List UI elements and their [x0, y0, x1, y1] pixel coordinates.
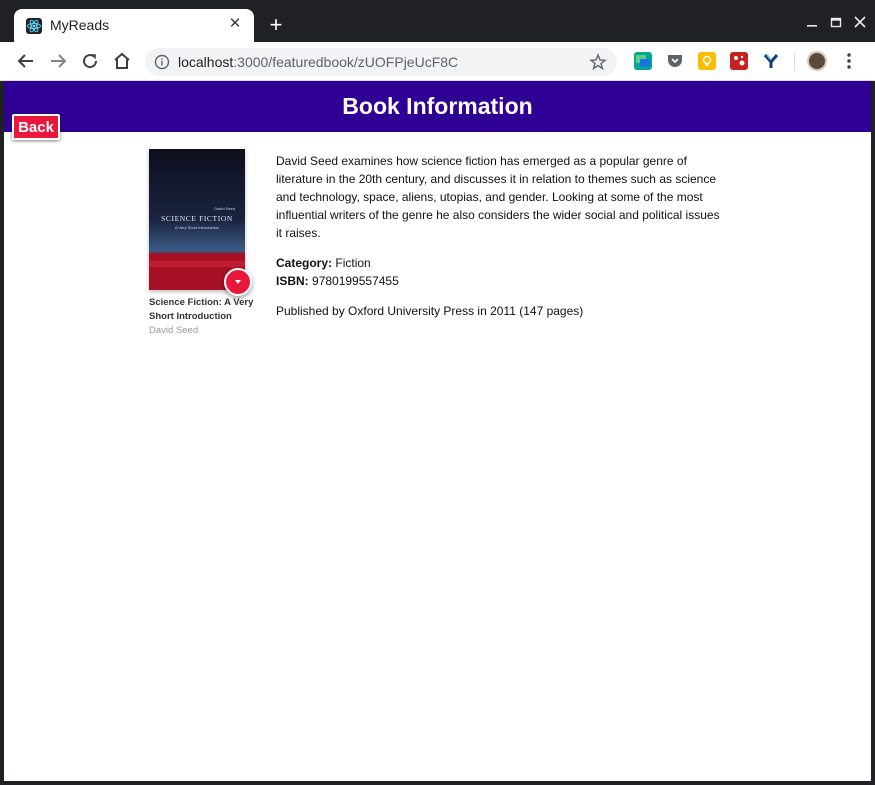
address-bar[interactable]: localhost:3000/featuredbook/zUOFPjeUcF8C: [145, 48, 617, 76]
url-text: localhost:3000/featuredbook/zUOFPjeUcF8C: [178, 54, 458, 70]
tab-strip: MyReads ✕ +: [0, 0, 875, 42]
cover-subtitle-text: A Very Short Introduction: [175, 225, 219, 230]
page-title: Book Information: [342, 93, 533, 119]
isbn-label: ISBN:: [276, 274, 309, 288]
tab-myreads[interactable]: MyReads ✕: [14, 9, 254, 42]
book-info: David Seed examines how science fiction …: [276, 152, 728, 320]
page-content: Book Information Back David Seed SCIENCE…: [4, 81, 871, 781]
page-header: Book Information: [4, 81, 871, 132]
pocket-icon[interactable]: [666, 52, 684, 70]
new-tab-button[interactable]: +: [264, 13, 288, 37]
extension-chat-icon[interactable]: [634, 52, 652, 70]
category-value: Fiction: [335, 256, 371, 270]
bookmark-star-icon[interactable]: [589, 53, 607, 71]
avatar[interactable]: [807, 51, 827, 71]
url-host: localhost: [178, 54, 234, 70]
book-title: Science Fiction: A Very Short Introducti…: [149, 297, 254, 322]
close-icon[interactable]: ✕: [226, 15, 244, 33]
isbn-value: 9780199557455: [312, 274, 399, 288]
window-close-icon[interactable]: [850, 12, 870, 32]
shelf-changer-button[interactable]: [224, 268, 252, 296]
back-arrow-icon[interactable]: [14, 49, 38, 73]
category-label: Category:: [276, 256, 333, 270]
cover-author-text: David Seed: [214, 206, 235, 211]
cover-title-text: SCIENCE FICTION: [161, 214, 233, 223]
back-button[interactable]: Back: [12, 114, 60, 140]
restore-icon[interactable]: [826, 12, 846, 32]
reload-icon[interactable]: [78, 49, 102, 73]
tab-title: MyReads: [50, 17, 110, 33]
book-author: David Seed: [149, 325, 199, 336]
browser-toolbar: localhost:3000/featuredbook/zUOFPjeUcF8C: [0, 42, 875, 81]
home-icon[interactable]: [110, 49, 134, 73]
minimize-icon[interactable]: [802, 12, 822, 32]
extension-puzzle-icon[interactable]: [730, 52, 748, 70]
browser-window: MyReads ✕ + localhost:3000/featuredbook/…: [0, 0, 875, 785]
react-icon: [26, 18, 42, 34]
forward-arrow-icon[interactable]: [46, 49, 70, 73]
extension-y-icon[interactable]: [762, 52, 780, 70]
isbn-line: ISBN: 9780199557455: [276, 272, 728, 290]
keep-icon[interactable]: [698, 52, 716, 70]
toolbar-separator: [794, 53, 795, 71]
menu-dots-icon[interactable]: [842, 51, 856, 71]
category-line: Category: Fiction: [276, 254, 728, 272]
book-description: David Seed examines how science fiction …: [276, 154, 720, 240]
published-info: Published by Oxford University Press in …: [276, 304, 584, 318]
info-icon[interactable]: [154, 54, 170, 70]
url-path: :3000/featuredbook/zUOFPjeUcF8C: [233, 54, 459, 70]
